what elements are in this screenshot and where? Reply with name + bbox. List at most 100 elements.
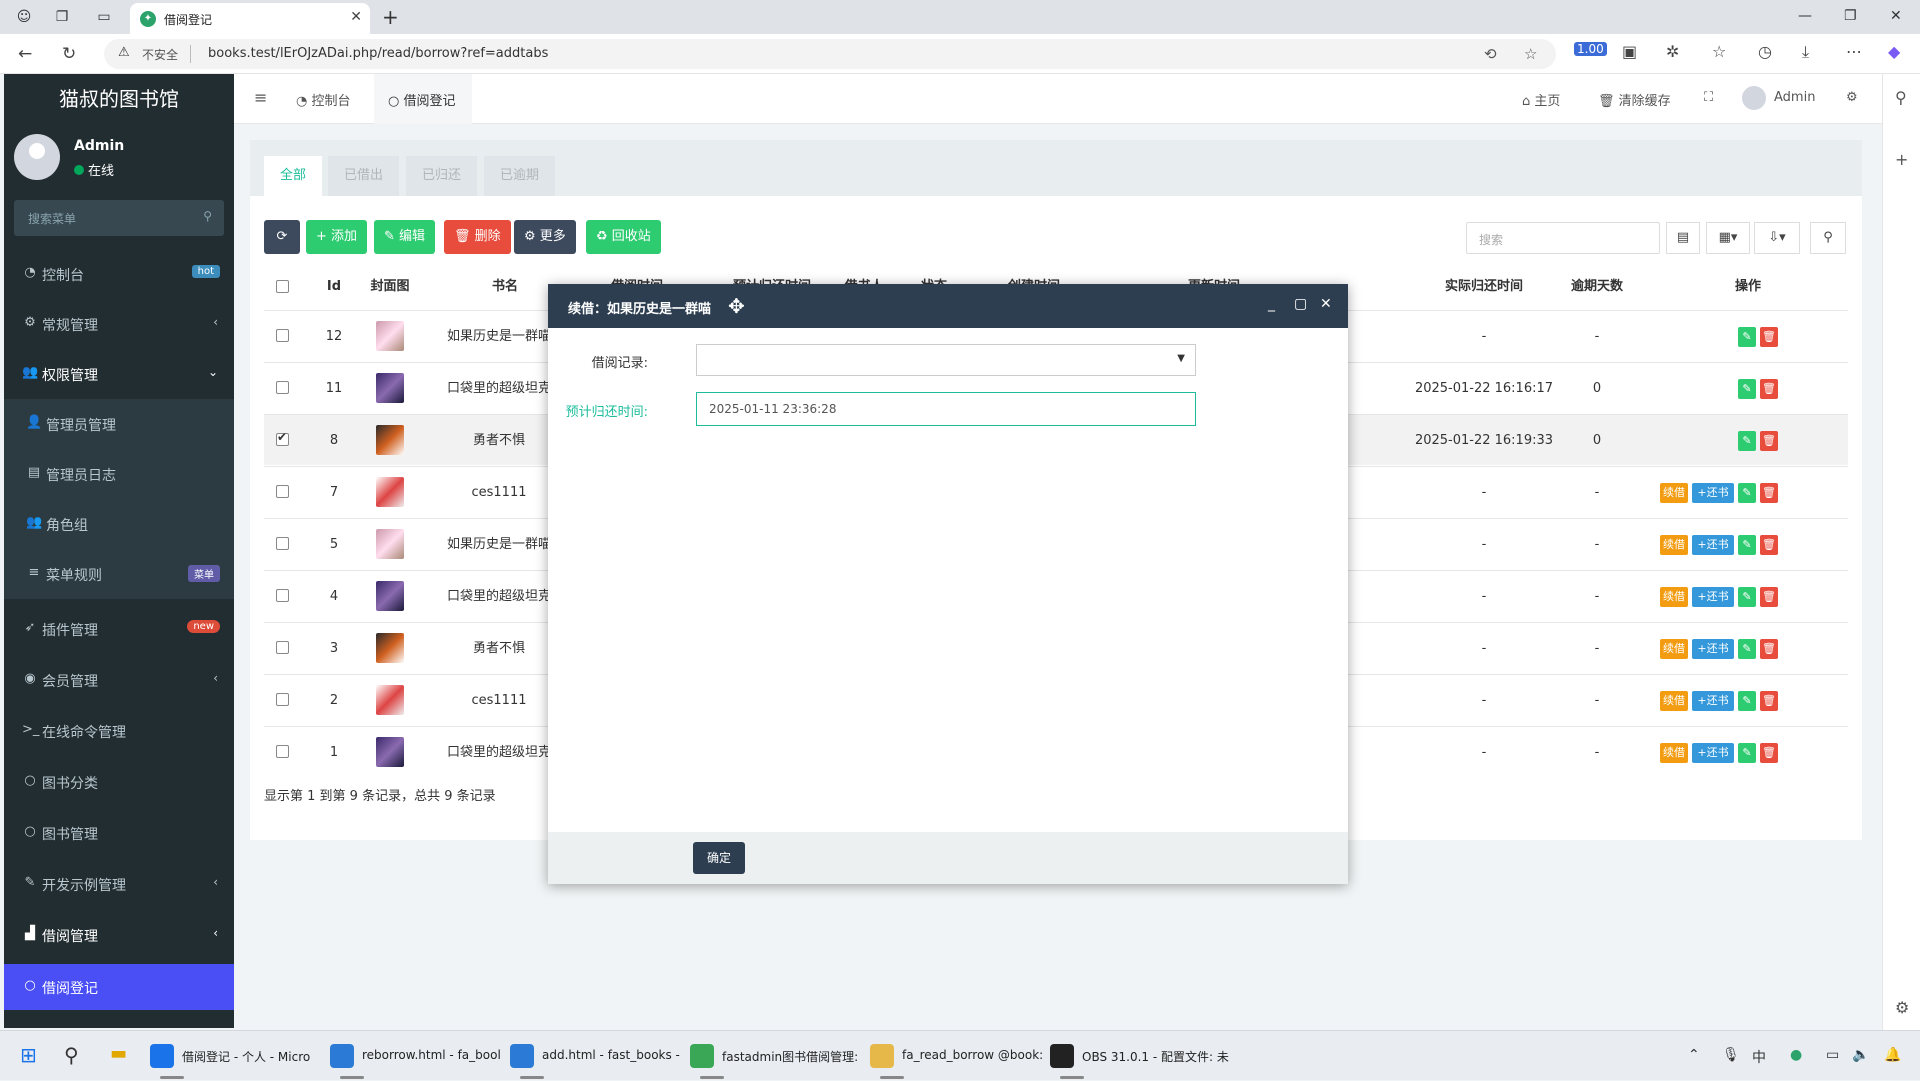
export-icon[interactable]: ⇩▾ [1754,222,1800,254]
more-button[interactable]: ⚙ 更多 [514,220,576,254]
sidebar-item-books[interactable]: ○ 图书管理 [4,808,234,858]
sidebar-item-plugins[interactable]: ➶ 插件管理 new [4,604,234,654]
columns-icon[interactable]: ▦▾ [1706,222,1750,254]
renew-button[interactable]: 续借 [1660,587,1688,607]
edit-row-icon[interactable]: ✎ [1738,483,1756,503]
edit-row-icon[interactable]: ✎ [1738,431,1756,451]
taskbar-app[interactable]: reborrow.html - fa_bool [330,1031,505,1081]
sidebar-item-admin-log[interactable]: ▤ 管理员日志 [4,449,234,499]
sidebar-item-auth[interactable]: 👥 权限管理 ⌄ [4,349,234,399]
refresh-button[interactable]: ⟳ [264,220,300,254]
borrow-record-select[interactable]: ▼ [696,344,1196,376]
row-checkbox[interactable] [276,641,289,654]
row-checkbox[interactable] [276,329,289,342]
table-search-input[interactable]: 搜索 [1466,222,1660,254]
menu-toggle-icon[interactable]: ≡ [254,88,267,107]
tab-actions-icon[interactable]: ▭ [94,7,114,27]
ime-indicator[interactable]: 中 [1752,1047,1766,1067]
return-button[interactable]: +还书 [1692,483,1734,503]
taskbar-app[interactable]: add.html - fast_books - [510,1031,685,1081]
renew-button[interactable]: 续借 [1660,691,1688,711]
sidebar-item-menu-rules[interactable]: ≡ 菜单规则 菜单 [4,549,234,599]
extension-icon[interactable]: ▣ [1622,42,1637,61]
recycle-bin-button[interactable]: ♻ 回收站 [586,220,661,254]
edit-row-icon[interactable]: ✎ [1738,327,1756,347]
edit-button[interactable]: ✎ 编辑 [374,220,436,254]
taskbar-app[interactable]: 借阅登记 - 个人 - Micro [150,1031,325,1081]
search-icon[interactable]: ⚲ [64,1043,79,1067]
row-checkbox[interactable] [276,537,289,550]
delete-row-icon[interactable]: 🗑 [1760,691,1778,711]
extension-badge[interactable]: 1.00 [1574,42,1607,56]
sidebar-item-borrow-register[interactable]: ○ 借阅登记 [4,964,234,1010]
minimize-icon[interactable]: — [1798,8,1812,24]
start-icon[interactable]: ⊞ [20,1043,37,1067]
wechat-icon[interactable]: ● [1790,1047,1802,1063]
dialog-minimize-icon[interactable]: _ [1268,296,1275,312]
taskbar-app[interactable]: fastadmin图书借阅管理: [690,1031,865,1081]
col-header-id[interactable]: Id [314,264,354,310]
volume-icon[interactable]: 🔈 [1852,1047,1869,1063]
delete-row-icon[interactable]: 🗑 [1760,483,1778,503]
top-user-name[interactable]: Admin [1774,90,1815,105]
history-icon[interactable]: ◷ [1758,42,1772,61]
search-icon[interactable]: ⚲ [1895,88,1907,107]
close-tab-icon[interactable]: ✕ [350,9,362,25]
expected-return-input[interactable]: 2025-01-11 23:36:28 [696,392,1196,426]
delete-row-icon[interactable]: 🗑 [1760,535,1778,555]
workspaces-icon[interactable]: ❐ [52,7,72,27]
renew-button[interactable]: 续借 [1660,535,1688,555]
close-window-icon[interactable]: ✕ [1890,8,1902,24]
puzzle-icon[interactable]: ✲ [1666,42,1679,61]
toggle-view-icon[interactable]: ▤ [1666,222,1700,254]
edit-row-icon[interactable]: ✎ [1738,535,1756,555]
dialog-maximize-icon[interactable]: ▢ [1294,296,1307,312]
copilot-icon[interactable]: ◆ [1888,42,1900,61]
translate-icon[interactable]: ⟲ [1484,45,1497,63]
renew-button[interactable]: 续借 [1660,483,1688,503]
sidebar-item-examples[interactable]: ✎ 开发示例管理 ‹ [4,859,234,909]
tab-returned[interactable]: 已归还 [406,156,478,196]
more-menu-icon[interactable]: ⋯ [1846,42,1862,61]
advanced-search-icon[interactable]: ⚲ [1810,222,1846,254]
nav-tab-dashboard[interactable]: ◔ 控制台 [296,90,351,109]
new-tab-button[interactable]: + [382,5,399,29]
return-button[interactable]: +还书 [1692,587,1734,607]
row-checkbox[interactable] [276,485,289,498]
address-bar[interactable]: ⚠ 不安全 books.test/lErOJzADai.php/read/bor… [104,39,1556,69]
sidebar-item-admin[interactable]: 👤 管理员管理 [4,399,234,449]
microphone-icon[interactable]: 🎙 [1722,1047,1740,1063]
clear-cache-link[interactable]: 🗑 清除缓存 [1598,90,1671,109]
edit-row-icon[interactable]: ✎ [1738,379,1756,399]
row-checkbox[interactable] [276,589,289,602]
sidebar-item-command[interactable]: >_ 在线命令管理 [4,706,234,756]
restore-icon[interactable]: ❐ [1844,8,1857,24]
row-checkbox[interactable] [276,693,289,706]
edit-row-icon[interactable]: ✎ [1738,587,1756,607]
edit-row-icon[interactable]: ✎ [1738,639,1756,659]
download-icon[interactable]: ⤓ [1802,42,1809,62]
settings-gear-icon[interactable]: ⚙ [1895,998,1909,1017]
delete-row-icon[interactable]: 🗑 [1760,639,1778,659]
row-checkbox[interactable] [276,430,289,446]
sidebar-item-borrow[interactable]: ▟ 借阅管理 ‹ [4,910,234,960]
delete-row-icon[interactable]: 🗑 [1760,327,1778,347]
tab-borrowed[interactable]: 已借出 [328,156,400,196]
delete-row-icon[interactable]: 🗑 [1760,743,1778,763]
settings-icon[interactable]: ⚙ [1846,90,1858,105]
add-icon[interactable]: + [1895,150,1908,169]
reload-icon[interactable]: ↻ [62,44,76,64]
edit-row-icon[interactable]: ✎ [1738,743,1756,763]
sidebar-item-members[interactable]: ◉ 会员管理 ‹ [4,655,234,705]
avatar[interactable] [1742,86,1766,110]
nav-tab-current[interactable]: ○ 借阅登记 [374,74,472,124]
favorites-icon[interactable]: ☆ [1712,42,1726,61]
return-button[interactable]: +还书 [1692,639,1734,659]
menu-search-input[interactable]: 搜索菜单 ⚲ [14,200,224,236]
renew-button[interactable]: 续借 [1660,743,1688,763]
sidebar-item-dashboard[interactable]: ◔ 控制台 hot [4,249,234,299]
return-button[interactable]: +还书 [1692,691,1734,711]
dialog-header[interactable]: 续借：如果历史是一群喵 ✥ _ ▢ ✕ [548,284,1348,328]
home-link[interactable]: ⌂ 主页 [1522,90,1560,109]
taskbar-app[interactable]: OBS 31.0.1 - 配置文件: 未 [1050,1031,1229,1081]
